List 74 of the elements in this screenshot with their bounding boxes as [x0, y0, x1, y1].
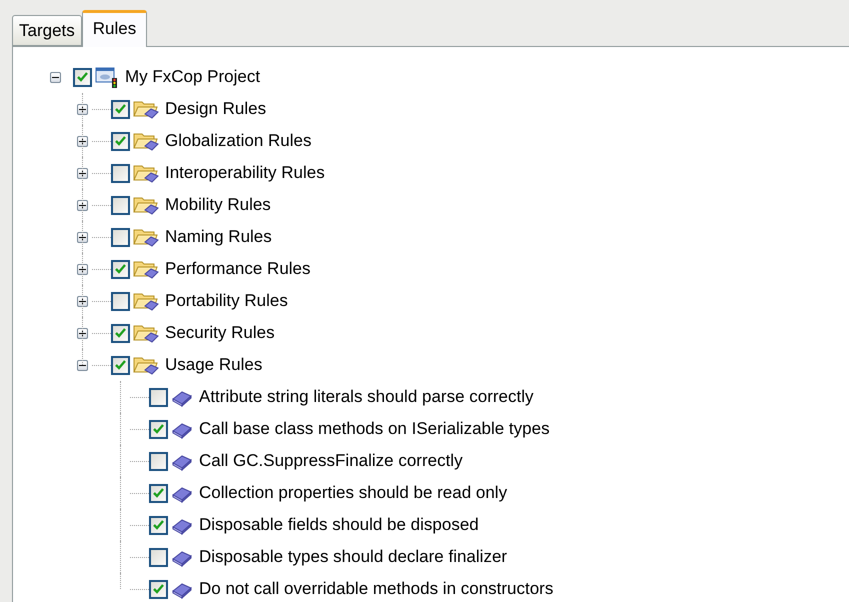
project-icon	[95, 66, 119, 88]
tab[interactable]: Rules	[82, 10, 148, 47]
expand-toggle[interactable]	[76, 104, 88, 114]
checkbox[interactable]	[149, 548, 168, 566]
plus-icon	[78, 202, 86, 208]
checkbox[interactable]	[149, 484, 168, 502]
check-icon	[115, 136, 126, 146]
plus-icon	[78, 170, 86, 176]
expand-toggle[interactable]	[76, 264, 88, 274]
folder-icon	[133, 227, 159, 247]
checkbox[interactable]	[111, 324, 130, 342]
tree-item-label[interactable]: Disposable fields should be disposed	[197, 515, 481, 535]
check-icon	[153, 424, 164, 434]
folder-icon	[133, 195, 159, 215]
check-icon	[115, 104, 126, 114]
folder-icon	[133, 323, 159, 343]
checkbox[interactable]	[149, 516, 168, 534]
plus-icon	[78, 138, 86, 144]
checkbox[interactable]	[111, 260, 130, 278]
plus-icon	[78, 298, 86, 304]
expand-toggle[interactable]	[76, 232, 88, 242]
expand-toggle[interactable]	[76, 296, 88, 306]
tree-item-label[interactable]: Mobility Rules	[163, 195, 273, 215]
tab[interactable]: Targets	[12, 15, 82, 46]
checkbox[interactable]	[149, 420, 168, 438]
check-icon	[153, 520, 164, 530]
tree-item-label[interactable]: Portability Rules	[163, 291, 290, 311]
plus-icon	[78, 330, 86, 336]
plus-icon	[78, 106, 86, 112]
expand-toggle[interactable]	[76, 360, 88, 370]
checkbox[interactable]	[111, 164, 130, 182]
tree-item-label[interactable]: Naming Rules	[163, 227, 274, 247]
check-icon	[153, 488, 164, 498]
tree-item-label[interactable]: Usage Rules	[163, 355, 264, 375]
check-icon	[77, 72, 88, 82]
check-icon	[115, 328, 126, 338]
tree-item-label[interactable]: Design Rules	[163, 99, 268, 119]
tree-item-label[interactable]: My FxCop Project	[123, 67, 262, 87]
check-icon	[115, 264, 126, 274]
checkbox[interactable]	[111, 228, 130, 246]
tree-item-label[interactable]: Call base class methods on ISerializable types	[197, 419, 552, 439]
tree-item-label[interactable]: Call GC.SuppressFinalize correctly	[197, 451, 465, 471]
expand-toggle[interactable]	[76, 168, 88, 178]
tree-item-label[interactable]: Globalization Rules	[163, 131, 314, 151]
checkbox[interactable]	[149, 388, 168, 406]
folder-icon	[133, 131, 159, 151]
tree-item-label[interactable]: Attribute string literals should parse correctly	[197, 387, 536, 407]
expand-toggle[interactable]	[76, 136, 88, 146]
folder-icon	[133, 291, 159, 311]
checkbox[interactable]	[111, 292, 130, 310]
checkbox[interactable]	[149, 580, 168, 598]
tree-item-label[interactable]: Security Rules	[163, 323, 277, 343]
tree-item-label[interactable]: Interoperability Rules	[163, 163, 327, 183]
checkbox[interactable]	[111, 100, 130, 118]
checkbox[interactable]	[111, 356, 130, 374]
folder-icon	[133, 259, 159, 279]
folder-icon	[133, 163, 159, 183]
check-icon	[153, 584, 164, 594]
tree-item-label[interactable]: Disposable types should declare finalizer	[197, 547, 510, 567]
tree-item-label[interactable]: Performance Rules	[163, 259, 313, 279]
expand-toggle[interactable]	[50, 72, 60, 82]
folder-icon	[133, 99, 159, 119]
checkbox[interactable]	[73, 68, 92, 86]
checkbox[interactable]	[111, 132, 130, 150]
plus-icon	[78, 266, 86, 272]
expand-toggle[interactable]	[76, 200, 88, 210]
check-icon	[115, 360, 126, 370]
plus-icon	[78, 234, 86, 240]
expand-toggle[interactable]	[76, 328, 88, 338]
checkbox[interactable]	[149, 452, 168, 470]
tree-item-label[interactable]: Do not call overridable methods in constructors	[197, 579, 556, 599]
tree-item-label[interactable]: Collection properties should be read only	[197, 483, 510, 503]
checkbox[interactable]	[111, 196, 130, 214]
folder-icon	[133, 355, 159, 375]
